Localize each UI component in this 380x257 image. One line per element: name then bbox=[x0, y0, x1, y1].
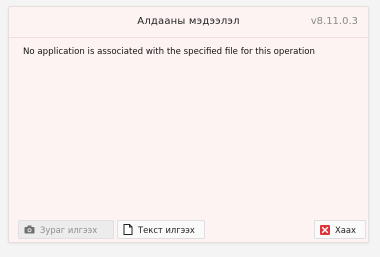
send-photo-label: Зураг илгээх bbox=[40, 224, 98, 235]
error-message: No application is associated with the sp… bbox=[23, 47, 315, 57]
send-text-label: Текст илгээх bbox=[138, 224, 195, 235]
version-label: v8.11.0.3 bbox=[310, 16, 358, 27]
document-icon bbox=[123, 224, 133, 235]
error-dialog: Алдааны мэдээлэл v8.11.0.3 No applicatio… bbox=[8, 6, 369, 243]
close-label: Хаах bbox=[335, 224, 356, 235]
send-text-button[interactable]: Текст илгээх bbox=[117, 220, 205, 239]
send-photo-button[interactable]: Зураг илгээх bbox=[18, 220, 114, 239]
close-button[interactable]: Хаах bbox=[314, 220, 366, 239]
dialog-titlebar: Алдааны мэдээлэл v8.11.0.3 bbox=[9, 7, 368, 38]
close-icon bbox=[320, 224, 330, 235]
camera-icon bbox=[24, 225, 35, 234]
